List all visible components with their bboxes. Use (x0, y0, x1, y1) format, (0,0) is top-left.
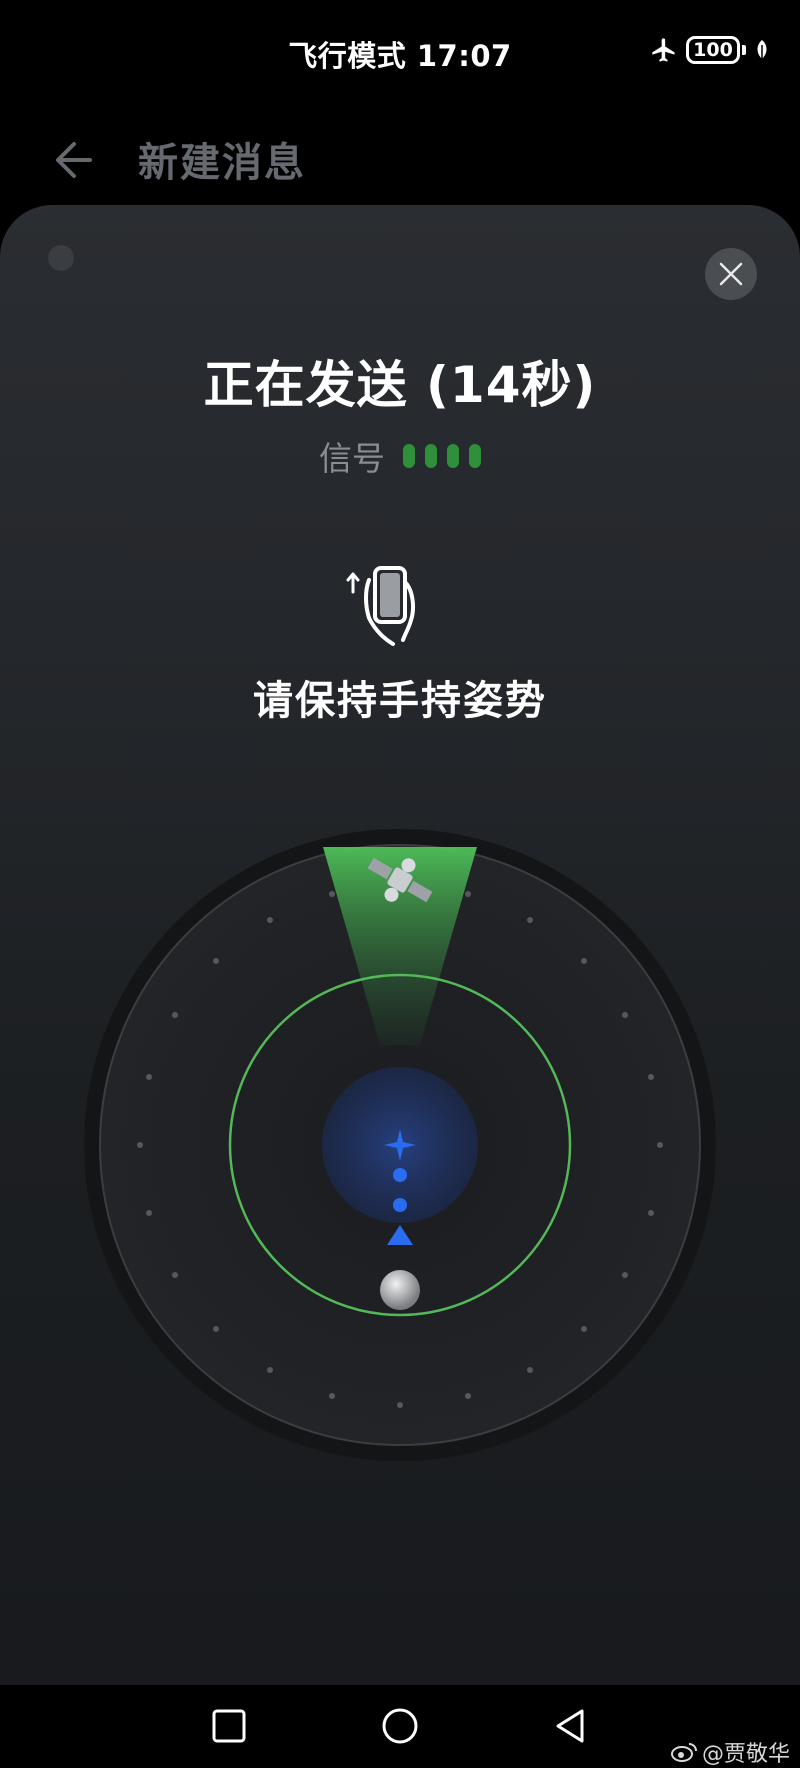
signal-bar (425, 444, 437, 468)
back-arrow-icon[interactable] (50, 132, 106, 188)
satellite-radar (84, 829, 716, 1461)
track-dot (393, 1198, 407, 1212)
close-icon (719, 262, 743, 286)
sending-status-title: 正在发送 (14秒) (203, 356, 597, 414)
earth-marker-icon (380, 1270, 420, 1310)
decorative-dot (48, 245, 74, 271)
app-bar: 新建消息 (0, 110, 800, 210)
page-title: 新建消息 (138, 140, 306, 186)
signal-bar (447, 444, 459, 468)
status-bar: 飞行模式 17:07 100 (0, 0, 800, 110)
signal-bar (403, 444, 415, 468)
home-icon[interactable] (379, 1705, 421, 1747)
signal-label: 信号 (319, 439, 385, 478)
status-icons: 100 (650, 36, 770, 64)
signal-bar (469, 444, 481, 468)
signal-indicator: 信号 (0, 432, 800, 480)
watermark: @贾敬华 (670, 1736, 790, 1768)
watermark-text: @贾敬华 (701, 1742, 790, 1767)
battery-level: 100 (686, 36, 740, 64)
battery-icon: 100 (686, 36, 746, 64)
close-button[interactable] (705, 248, 757, 300)
airplane-icon (652, 38, 675, 62)
leaf-icon (757, 40, 767, 59)
back-icon[interactable] (550, 1705, 592, 1747)
hold-instruction: 请保持手持姿势 (253, 678, 547, 724)
recent-apps-icon[interactable] (208, 1705, 250, 1747)
track-dot (393, 1168, 407, 1182)
weibo-icon (670, 1743, 697, 1762)
hand-holding-phone-icon (346, 566, 415, 646)
